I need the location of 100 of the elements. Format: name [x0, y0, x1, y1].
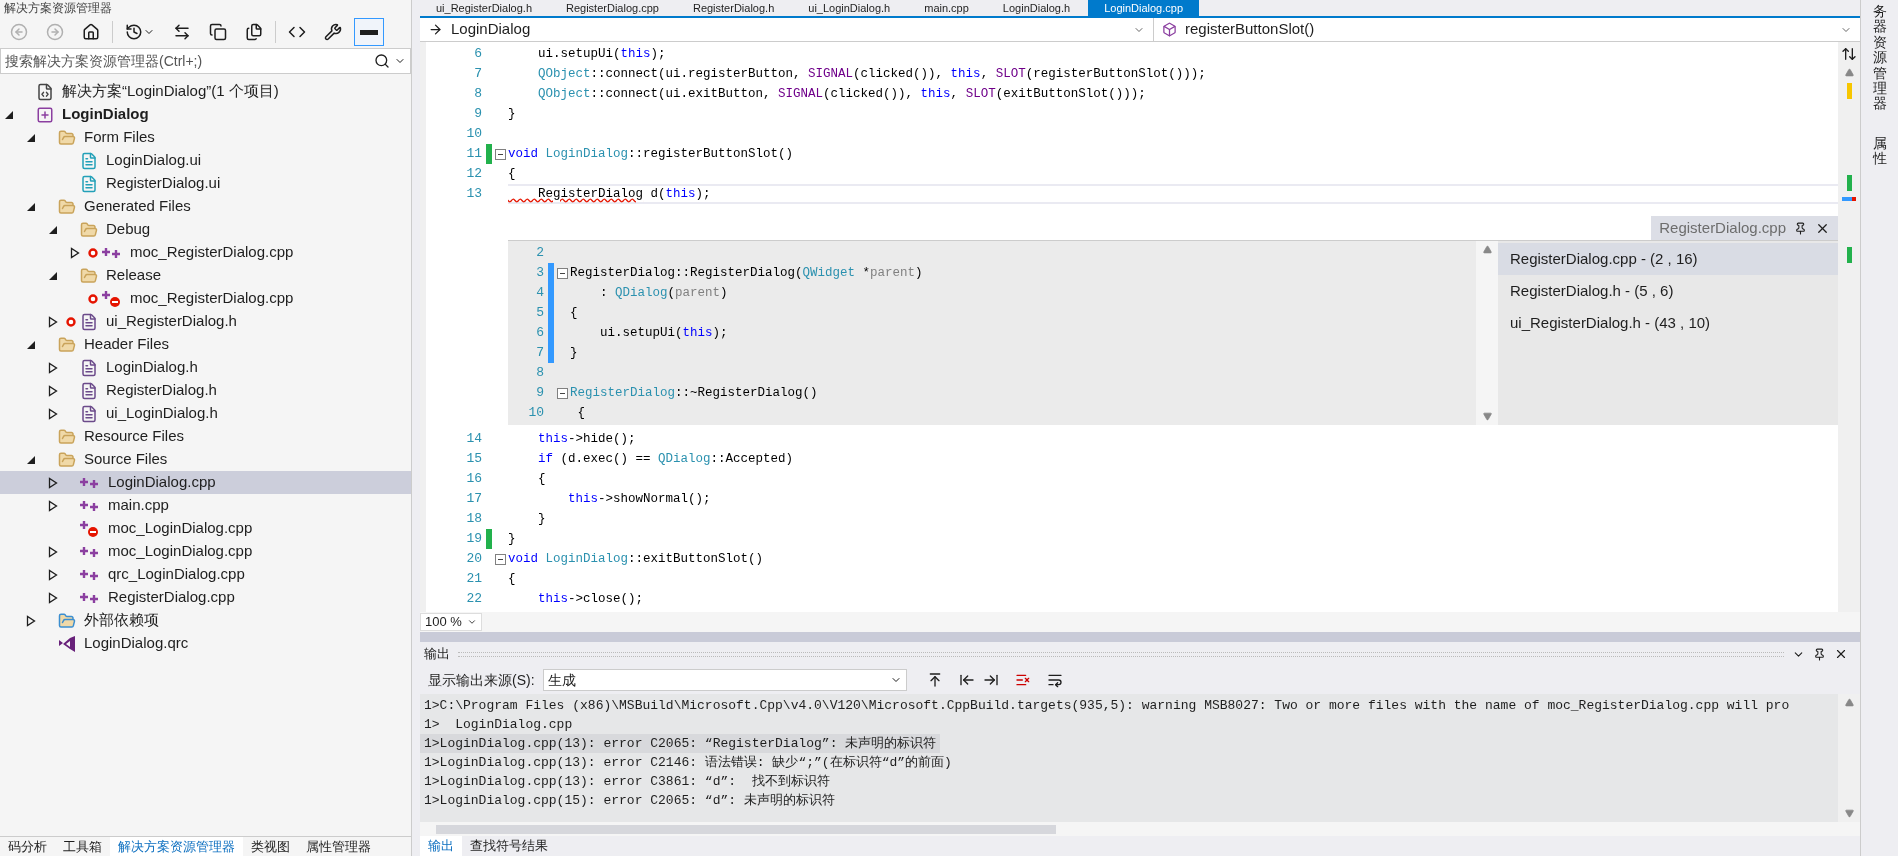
collapsed-triangle-icon[interactable]	[26, 614, 36, 627]
scroll-down-icon[interactable]	[1844, 809, 1854, 818]
tree-item[interactable]: moc_LoginDialog.cpp	[0, 517, 411, 540]
side-tab[interactable]: 务器资源管理器	[1872, 0, 1887, 116]
peek-file-tab[interactable]: RegisterDialog.cpp	[1651, 216, 1838, 240]
tree-item[interactable]: Resource Files	[0, 425, 411, 448]
document-tab[interactable]: RegisterDialog.cpp	[550, 0, 675, 16]
collapsed-triangle-icon[interactable]	[48, 568, 58, 581]
document-tab[interactable]: LoginDialog.cpp	[1088, 0, 1200, 16]
expanded-triangle-icon[interactable]	[26, 339, 36, 350]
code-line: if (d.exec() == QDialog::Accepted)	[537, 450, 795, 468]
split-icon[interactable]	[1841, 46, 1857, 62]
tree-item[interactable]: moc_RegisterDialog.cpp	[0, 287, 411, 310]
vertical-scrollbar[interactable]	[1838, 42, 1860, 612]
panel-tab[interactable]: 类视图	[243, 837, 298, 856]
scroll-up-icon[interactable]	[1482, 245, 1492, 254]
tree-item[interactable]: ui_LoginDialog.h	[0, 402, 411, 425]
peek-result-item[interactable]: RegisterDialog.h - (5 , 6)	[1498, 275, 1838, 307]
tree-item[interactable]: RegisterDialog.h	[0, 379, 411, 402]
scroll-down-icon[interactable]	[1482, 412, 1492, 421]
panel-title: 输出	[424, 645, 450, 664]
line-number: 5	[535, 304, 545, 323]
expanded-triangle-icon[interactable]	[48, 224, 58, 235]
document-tab[interactable]: RegisterDialog.h	[676, 0, 791, 16]
tree-item[interactable]: main.cpp	[0, 494, 411, 517]
tree-item[interactable]: RegisterDialog.ui	[0, 172, 411, 195]
panel-tab[interactable]: 输出	[420, 836, 462, 856]
collapse-box-icon[interactable]	[494, 148, 506, 160]
panel-tab[interactable]: 解决方案资源管理器	[110, 837, 243, 856]
scroll-thumb[interactable]	[436, 824, 1056, 834]
preview-button[interactable]	[354, 18, 384, 46]
collapsed-triangle-icon[interactable]	[48, 407, 58, 420]
files-icon	[245, 23, 263, 41]
document-tab[interactable]: ui_LoginDialog.h	[792, 0, 907, 16]
tree-item[interactable]: moc_LoginDialog.cpp	[0, 540, 411, 563]
collapsed-triangle-icon[interactable]	[48, 591, 58, 604]
peek-result-item[interactable]: ui_RegisterDialog.h - (43 , 10)	[1498, 307, 1838, 339]
file-icon	[80, 404, 98, 423]
source-dropdown[interactable]: 生成	[542, 669, 907, 691]
tree-item[interactable]: LoginDialog.qrc	[0, 632, 411, 655]
scroll-up-icon[interactable]	[1844, 68, 1854, 77]
collapsed-triangle-icon[interactable]	[48, 499, 58, 512]
scrollbar[interactable]	[1476, 241, 1498, 425]
expanded-triangle-icon[interactable]	[26, 132, 36, 143]
scroll-marker	[1846, 247, 1852, 263]
tree-item[interactable]: qrc_LoginDialog.cpp	[0, 563, 411, 586]
code-line: {	[576, 404, 586, 422]
tree-item[interactable]: Source Files	[0, 448, 411, 471]
tree-item[interactable]: LoginDialog.ui	[0, 149, 411, 172]
panel-tab[interactable]: 码分析	[0, 837, 55, 856]
arrow-right-line-icon[interactable]	[982, 672, 999, 688]
collapse-box-icon[interactable]	[556, 267, 568, 279]
clear-list-icon[interactable]	[1014, 672, 1031, 688]
tree-item[interactable]: LoginDialog.h	[0, 356, 411, 379]
tree-item-label: Generated Files	[84, 196, 191, 217]
document-tab[interactable]: ui_RegisterDialog.h	[420, 0, 548, 16]
close-icon[interactable]	[1834, 647, 1848, 661]
arrow-left-line-icon[interactable]	[958, 672, 975, 688]
member-dropdown[interactable]: registerButtonSlot()	[1154, 18, 1860, 41]
folder-icon	[80, 220, 98, 239]
peek-result-item[interactable]: RegisterDialog.cpp - (2 , 16)	[1498, 243, 1838, 275]
collapse-box-icon[interactable]	[556, 387, 568, 399]
horizontal-scrollbar[interactable]	[420, 822, 1860, 836]
tree-item[interactable]: Generated Files	[0, 195, 411, 218]
tree-item[interactable]: Header Files	[0, 333, 411, 356]
tree-item[interactable]: RegisterDialog.cpp	[0, 586, 411, 609]
tree-item[interactable]: LoginDialog	[0, 103, 411, 126]
tree-item[interactable]: moc_RegisterDialog.cpp	[0, 241, 411, 264]
collapsed-triangle-icon[interactable]	[48, 384, 58, 397]
panel-tab[interactable]: 工具箱	[55, 837, 110, 856]
collapsed-triangle-icon[interactable]	[48, 361, 58, 374]
collapsed-triangle-icon[interactable]	[48, 476, 58, 489]
zoom-dropdown[interactable]: 100 %	[420, 613, 482, 631]
tree-item[interactable]: 外部依赖项	[0, 609, 411, 632]
collapse-box-icon[interactable]	[494, 553, 506, 565]
expanded-triangle-icon[interactable]	[48, 270, 58, 281]
pin-icon[interactable]	[1813, 647, 1826, 661]
panel-tab[interactable]: 查找符号结果	[462, 836, 556, 856]
document-tab[interactable]: main.cpp	[908, 0, 985, 16]
scroll-up-icon[interactable]	[1844, 698, 1854, 707]
wrap-text-icon[interactable]	[1046, 672, 1063, 688]
expanded-triangle-icon[interactable]	[26, 201, 36, 212]
tree-item[interactable]: Release	[0, 264, 411, 287]
search-box[interactable]: 搜索解决方案资源管理器(Ctrl+;)	[0, 48, 411, 74]
pin-icon[interactable]	[1794, 221, 1807, 235]
tree-item[interactable]: 解决方案“LoginDialog”(1 个项目)	[0, 80, 411, 103]
tree-item[interactable]: Form Files	[0, 126, 411, 149]
collapsed-triangle-icon[interactable]	[70, 246, 80, 259]
scope-dropdown[interactable]: LoginDialog	[420, 18, 1154, 41]
collapsed-triangle-icon[interactable]	[48, 315, 58, 328]
tree-item[interactable]: LoginDialog.cpp	[0, 471, 411, 494]
panel-tab[interactable]: 属性管理器	[298, 837, 379, 856]
expanded-triangle-icon[interactable]	[4, 109, 14, 120]
expanded-triangle-icon[interactable]	[26, 454, 36, 465]
tree-item[interactable]: ui_RegisterDialog.h	[0, 310, 411, 333]
document-tab[interactable]: LoginDialog.h	[986, 0, 1087, 16]
tree-item[interactable]: Debug	[0, 218, 411, 241]
collapsed-triangle-icon[interactable]	[48, 545, 58, 558]
line-number: 3	[535, 264, 545, 283]
side-tab[interactable]: 属性	[1872, 131, 1887, 171]
